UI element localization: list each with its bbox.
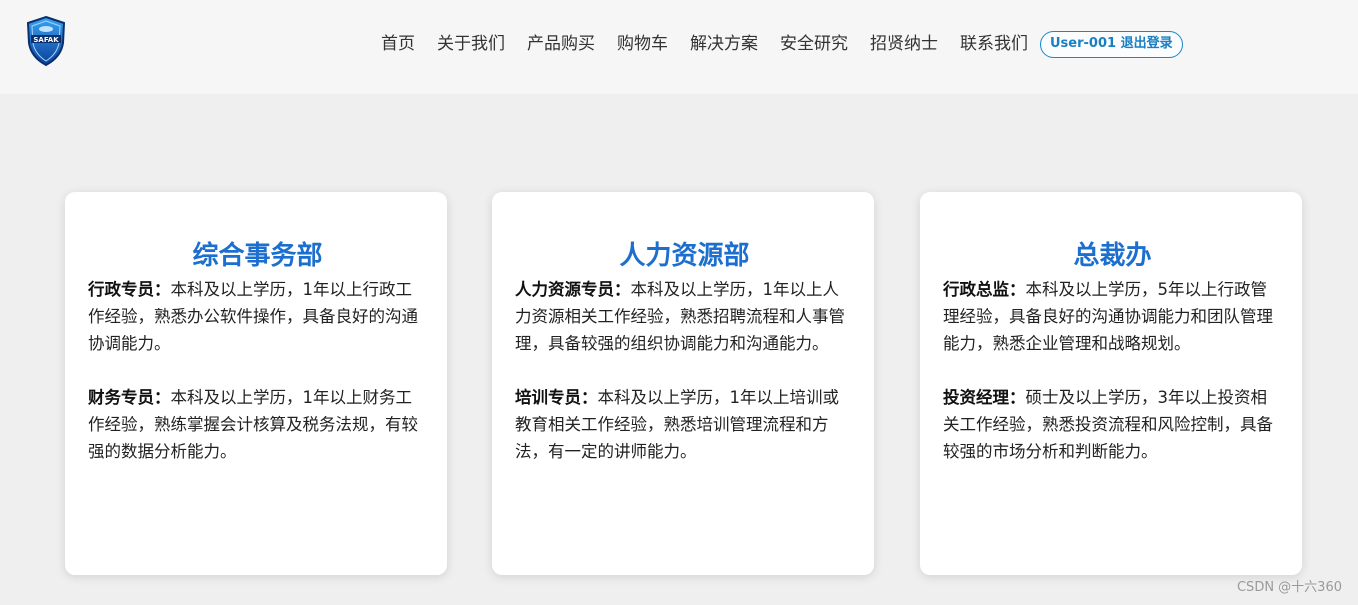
job-role: 财务专员： (88, 388, 171, 407)
department-title: 人力资源部 (619, 241, 750, 271)
job-role: 人力资源专员： (515, 280, 631, 299)
job-item: 投资经理：硕士及以上学历，3年以上投资相关工作经验，熟悉投资流程和风险控制，具备… (943, 384, 1282, 465)
job-item: 财务专员：本科及以上学历，1年以上财务工作经验，熟练掌握会计核算及税务法规，有较… (88, 384, 427, 465)
nav-item-solutions[interactable]: 解决方案 (690, 30, 758, 58)
site-header: SAFAK 首页 关于我们 产品购买 购物车 解决方案 安全研究 招贤纳士 联系… (0, 0, 1358, 94)
main-nav: 首页 关于我们 产品购买 购物车 解决方案 安全研究 招贤纳士 联系我们 Use… (370, 30, 1183, 58)
department-title: 综合事务部 (192, 241, 323, 271)
nav-item-research[interactable]: 安全研究 (780, 30, 848, 58)
nav-item-careers[interactable]: 招贤纳士 (870, 30, 938, 58)
job-item: 培训专员：本科及以上学历，1年以上培训或教育相关工作经验，熟悉培训管理流程和方法… (515, 384, 854, 465)
nav-item-cart[interactable]: 购物车 (617, 30, 668, 58)
department-card: 人力资源部 人力资源专员：本科及以上学历，1年以上人力资源相关工作经验，熟悉招聘… (492, 192, 874, 575)
job-role: 行政专员： (88, 280, 171, 299)
job-role: 行政总监： (943, 280, 1026, 299)
job-item: 行政专员：本科及以上学历，1年以上行政工作经验，熟悉办公软件操作，具备良好的沟通… (88, 276, 427, 357)
job-item: 行政总监：本科及以上学历，5年以上行政管理经验，具备良好的沟通协调能力和团队管理… (943, 276, 1282, 357)
nav-item-products[interactable]: 产品购买 (527, 30, 595, 58)
department-card: 综合事务部 行政专员：本科及以上学历，1年以上行政工作经验，熟悉办公软件操作，具… (65, 192, 447, 575)
job-role: 培训专员： (515, 388, 598, 407)
user-logout-button[interactable]: User-001 退出登录 (1040, 30, 1183, 58)
nav-item-home[interactable]: 首页 (381, 30, 415, 58)
job-item: 人力资源专员：本科及以上学历，1年以上人力资源相关工作经验，熟悉招聘流程和人事管… (515, 276, 854, 357)
nav-item-contact[interactable]: 联系我们 (960, 30, 1028, 58)
nav-item-about[interactable]: 关于我们 (437, 30, 505, 58)
svg-text:SAFAK: SAFAK (33, 36, 59, 44)
csdn-watermark: CSDN @十六360 (1236, 580, 1342, 595)
department-title: 总裁办 (1073, 241, 1152, 271)
job-role: 投资经理： (943, 388, 1026, 407)
department-card: 总裁办 行政总监：本科及以上学历，5年以上行政管理经验，具备良好的沟通协调能力和… (920, 192, 1302, 575)
shield-logo-icon[interactable]: SAFAK (25, 15, 67, 67)
